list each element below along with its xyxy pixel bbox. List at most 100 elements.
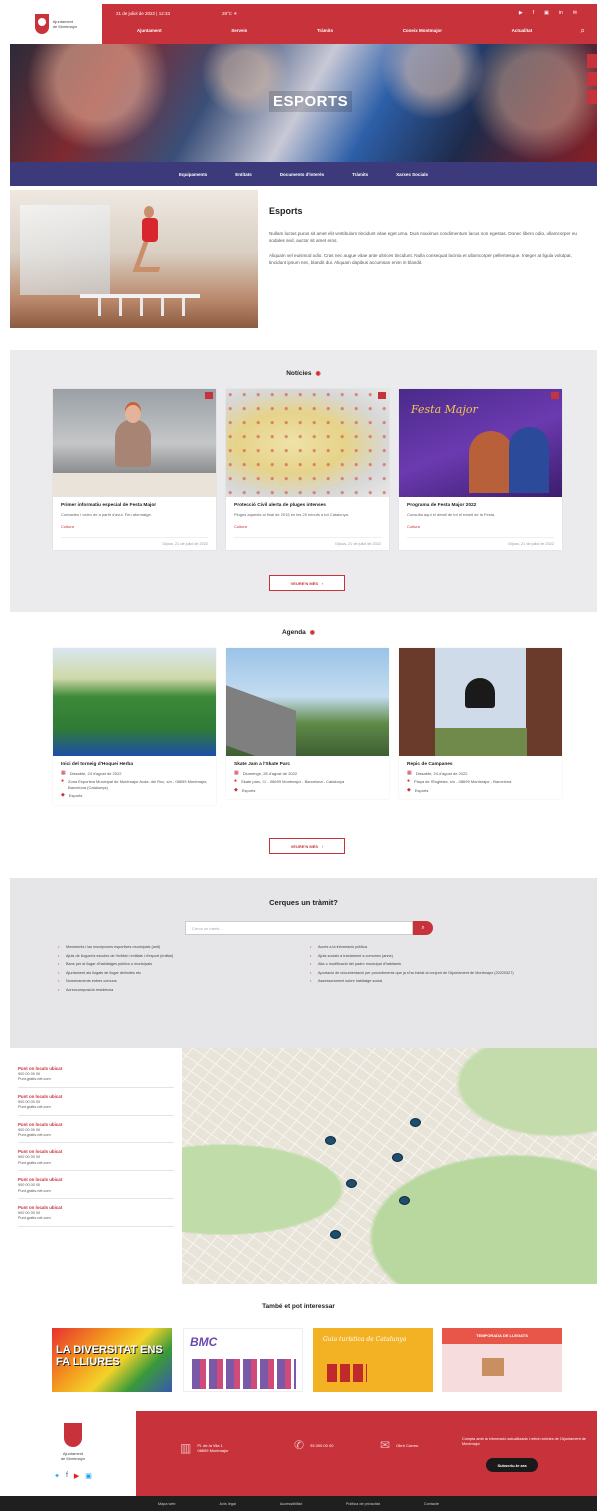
footer-phone[interactable]: 93 000 00 00 (310, 1443, 333, 1448)
tramit-link[interactable]: Ajuntament als llogats de llogar delimit… (58, 971, 308, 976)
map-pin-icon[interactable] (325, 1136, 336, 1145)
mail-icon[interactable]: ✉ (573, 10, 577, 16)
nav-item-tramits[interactable]: Tràmits (317, 28, 333, 33)
footer-link-accessibility[interactable]: Accessibilitat (280, 1502, 302, 1506)
tramit-link[interactable]: Ajuts de lloguer/a escoles de l'entitat … (58, 954, 308, 959)
promo-banner[interactable]: TEMPORADA DE LLEGATS (442, 1328, 562, 1392)
contact-item[interactable]: Punt on locals ubicat 900 00 00 00 Punt.gr… (18, 1066, 174, 1088)
event-card[interactable]: Repic de Campanes ▦ Dissabte, 24 d'agost … (399, 648, 562, 800)
side-tab[interactable] (587, 90, 597, 104)
footer-email[interactable]: Obrir Correu (396, 1443, 418, 1448)
subnav-equipaments[interactable]: Equipaments (179, 172, 207, 177)
event-category[interactable]: Esports (69, 793, 83, 798)
share-icon[interactable] (551, 392, 559, 399)
news-card-category[interactable]: Cultura (407, 524, 554, 529)
rss-icon[interactable]: ◉ (316, 371, 321, 377)
agenda-more-button[interactable]: VEURE'N MÉS › (269, 838, 345, 854)
linkedin-icon[interactable]: in (559, 10, 563, 16)
instagram-icon[interactable]: ▣ (544, 10, 549, 16)
event-card[interactable]: Skate Jam a l'Skate Parc ▦ Diumenge, 28 d… (226, 648, 389, 800)
event-category[interactable]: Esports (415, 788, 429, 793)
contact-item[interactable]: Punt on locals ubicat 900 00 00 00 Punt.gr… (18, 1122, 174, 1144)
search-icon[interactable]: ⌕ (581, 26, 585, 36)
news-card-text: Pluges aquests al final de 2015 en les 2… (234, 512, 349, 517)
subnav-tramits[interactable]: Tràmits (352, 172, 368, 177)
tramit-link[interactable]: Assessorament sobre habitatge social (310, 979, 550, 984)
youtube-icon[interactable]: ▶ (519, 10, 523, 16)
contact-item[interactable]: Punt on locals ubicat 900 00 00 00 Punt.gr… (18, 1205, 174, 1227)
crest-icon[interactable] (64, 1423, 82, 1447)
event-date: Diumenge, 28 d'agost de 2022 (242, 771, 298, 776)
facebook-icon[interactable]: f (66, 1472, 68, 1480)
facebook-icon[interactable]: f (533, 10, 534, 16)
contact-item[interactable]: Punt on locals ubicat 900 00 00 00 Punt.gr… (18, 1177, 174, 1200)
news-image: Festa Major (399, 389, 562, 497)
subnav-entitats[interactable]: Entitats (235, 172, 252, 177)
tramit-link[interactable]: Nomenaments entres comuns (58, 979, 308, 984)
tramit-link[interactable]: Alta o modificació del padró municipal d… (310, 962, 550, 967)
nav-item-serveis[interactable]: Serveis (231, 28, 247, 33)
tag-icon: ◆ (61, 792, 65, 799)
subnav-documents[interactable]: Documents d'interès (280, 172, 324, 177)
tramit-link[interactable]: Moviments i las inscripcions esportives … (58, 945, 308, 950)
news-card-category[interactable]: Cultura (234, 524, 381, 529)
event-category[interactable]: Esports (242, 788, 256, 793)
news-card[interactable]: Festa Major Programa de Festa Major 2022… (399, 389, 562, 550)
footer-link-legal[interactable]: Avís legal (219, 1502, 235, 1506)
map-pin-icon[interactable] (410, 1118, 421, 1127)
nav-item-ajuntament[interactable]: Ajuntament (137, 28, 162, 33)
tramit-link[interactable]: Accés a la informació pública (310, 945, 550, 950)
footer-link-privacy[interactable]: Política de privacitat (346, 1502, 380, 1506)
map-pin-icon[interactable] (330, 1230, 341, 1239)
youtube-icon[interactable]: ▶ (74, 1472, 79, 1480)
tramit-link[interactable]: Aportació de documentació per procedimen… (310, 971, 550, 976)
news-card[interactable]: Protecció Civil alerta de pluges intense… (226, 389, 389, 550)
subnav-xarxes[interactable]: Xarxes Socials (396, 172, 428, 177)
event-card[interactable]: Inici del torneig d'Hoquei Herba ▦ Dissab… (53, 648, 216, 805)
news-card-category[interactable]: Cultura (61, 524, 208, 529)
news-card-text: Consulta aquí el detall de tot el tràmit… (407, 512, 496, 517)
event-title[interactable]: Skate Jam a l'Skate Parc (234, 762, 381, 767)
nav-item-coneix[interactable]: Coneix Montmajor (403, 28, 442, 33)
subscribe-button[interactable]: Subscriu-te ara (486, 1458, 538, 1472)
tramit-link[interactable]: Acreucomposició residència (58, 988, 308, 993)
search-button[interactable]: ⌕ (413, 921, 433, 935)
site-logo[interactable]: Ajuntament de Montmajor (10, 4, 102, 44)
event-title[interactable]: Inici del torneig d'Hoquei Herba (61, 762, 208, 767)
legal-bar: Mapa web Avís legal Accessibilitat Polít… (0, 1496, 597, 1511)
news-card[interactable]: Primer informatiu especial de Festa Majo… (53, 389, 216, 550)
map-pin-icon[interactable] (392, 1153, 403, 1162)
location-map[interactable] (182, 1048, 597, 1284)
promo-banner[interactable]: Guia turística de Catalunya (313, 1328, 433, 1392)
tramit-link[interactable]: Bans per al llogar d'habitatges públics … (58, 962, 308, 967)
footer-link-sitemap[interactable]: Mapa web (158, 1502, 176, 1506)
nav-item-actualitat[interactable]: Actualitat (512, 28, 533, 33)
twitter-icon[interactable]: ✦ (54, 1472, 60, 1480)
instagram-icon[interactable]: ▣ (85, 1472, 92, 1480)
map-pin-icon[interactable] (399, 1196, 410, 1205)
news-section: Notícies ◉ Primer informatiu especial de … (10, 350, 597, 612)
side-tab[interactable] (587, 72, 597, 86)
news-card-title[interactable]: Programa de Festa Major 2022 (407, 503, 554, 508)
tramit-link[interactable]: Ajuts socials a tractament a comunes (an… (310, 954, 550, 959)
contact-item[interactable]: Punt on locals ubicat 900 00 00 00 Punt.gr… (18, 1149, 174, 1172)
promo-banner[interactable]: BMC (183, 1328, 303, 1392)
contact-item[interactable]: Punt on locals ubicat 900 00 00 00 Punt.gr… (18, 1094, 174, 1116)
chevron-right-icon: › (322, 843, 324, 849)
news-title: Notícies ◉ (286, 370, 321, 377)
tramit-title: Cerques un tràmit? (269, 898, 338, 907)
side-tab[interactable] (587, 54, 597, 68)
news-card-title[interactable]: Protecció Civil alerta de pluges intense… (234, 503, 381, 508)
share-icon[interactable] (205, 392, 213, 399)
event-title[interactable]: Repic de Campanes (407, 762, 554, 767)
intro-paragraph: Aliquam vel euismod odio. Cras nec augue… (269, 253, 572, 265)
tramit-search-input[interactable]: Cerca un tràmit... (185, 921, 413, 935)
share-icon[interactable] (378, 392, 386, 399)
news-more-button[interactable]: VEURE'N MÉS › (269, 575, 345, 591)
crest-icon (34, 14, 49, 34)
news-card-title[interactable]: Primer informatiu especial de Festa Majo… (61, 503, 208, 508)
promo-banner[interactable]: LA DIVERSITAT ENS FA LLIURES (52, 1328, 172, 1392)
footer-link-contact[interactable]: Contacte (424, 1502, 439, 1506)
rss-icon[interactable]: ◉ (310, 630, 315, 636)
map-pin-icon[interactable] (346, 1179, 357, 1188)
